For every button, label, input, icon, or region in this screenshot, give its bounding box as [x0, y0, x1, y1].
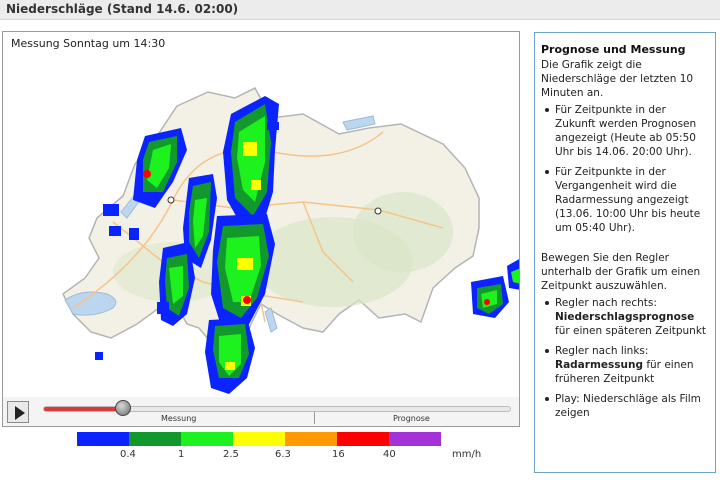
segment-label-forecast: Prognose — [393, 414, 430, 423]
list-item: Play: Niederschläge als Film zeigen — [541, 392, 709, 420]
panel-title: Prognose und Messung — [541, 43, 686, 56]
timeline-slider[interactable] — [43, 406, 511, 412]
city-marker — [374, 207, 382, 215]
list-item: Regler nach links: Radarmessung für eine… — [541, 344, 709, 386]
info-panel: Prognose und Messung Die Grafik zeigt di… — [534, 32, 716, 473]
slider-list: Regler nach rechts: Niederschlagsprognos… — [541, 296, 709, 420]
legend-swatch — [77, 432, 129, 446]
legend-swatch — [233, 432, 285, 446]
left-prefix: Regler nach links: — [555, 345, 649, 357]
timeline-progress — [44, 407, 124, 411]
panel-intro: Die Grafik zeigt die Niederschläge der l… — [541, 59, 694, 99]
title-bar: Niederschläge (Stand 14.6. 02:00) — [0, 0, 720, 20]
timeline-controls: Messung Prognose — [2, 397, 520, 427]
legend-value: 2.5 — [223, 449, 239, 460]
legend-value: 0.4 — [120, 449, 136, 460]
segment-divider — [314, 412, 315, 424]
legend-value: 6.3 — [275, 449, 291, 460]
left-bold: Radarmessung — [555, 359, 643, 371]
legend-swatch — [181, 432, 233, 446]
list-item: Für Zeitpunkte in der Zukunft werden Pro… — [541, 103, 709, 159]
radar-map: Messung Sonntag um 14:30 — [2, 31, 520, 398]
slider-intro: Bewegen Sie den Regler unterhalb der Gra… — [541, 252, 701, 292]
legend-value: 16 — [332, 449, 345, 460]
legend-swatch — [337, 432, 389, 446]
city-marker — [167, 196, 175, 204]
play-button[interactable] — [7, 401, 29, 423]
segment-label-measurement: Messung — [161, 414, 197, 423]
legend-swatch — [285, 432, 337, 446]
legend-value: 40 — [383, 449, 396, 460]
measurement-label: Messung Sonntag um 14:30 — [11, 37, 166, 50]
right-suffix: für einen späteren Zeitpunkt — [555, 325, 707, 337]
list-item: Regler nach rechts: Niederschlagsprognos… — [541, 296, 709, 338]
legend-swatch — [129, 432, 181, 446]
right-bold: Niederschlagsprognose — [555, 311, 695, 323]
legend-unit: mm/h — [452, 449, 482, 460]
slider-handle[interactable] — [114, 400, 131, 416]
legend-swatch — [389, 432, 441, 446]
list-item: Für Zeitpunkte in der Vergangenheit wird… — [541, 165, 709, 235]
page-title: Niederschläge (Stand 14.6. 02:00) — [6, 2, 239, 16]
switzerland-map — [62, 87, 519, 394]
right-prefix: Regler nach rechts: — [555, 297, 657, 309]
legend-value: 1 — [178, 449, 185, 460]
info-list: Für Zeitpunkte in der Zukunft werden Pro… — [541, 103, 709, 235]
